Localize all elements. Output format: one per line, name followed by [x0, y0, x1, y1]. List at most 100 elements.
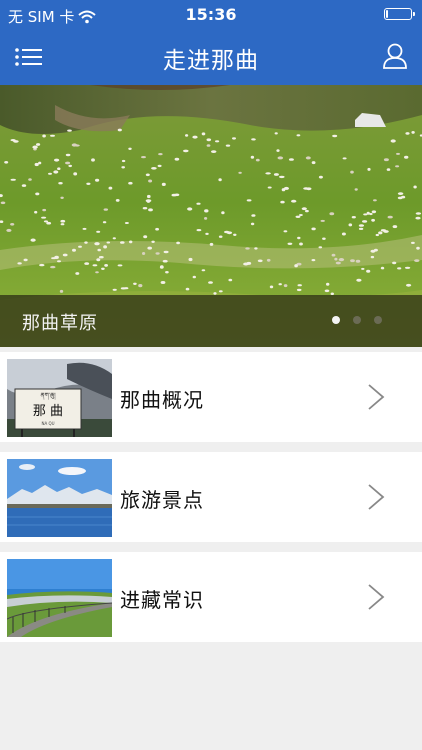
- user-button[interactable]: [382, 42, 408, 70]
- svg-text:那 曲: 那 曲: [33, 404, 63, 419]
- sheep: [303, 187, 309, 190]
- list-item-tibet-tips[interactable]: 进藏常识: [0, 552, 422, 642]
- sheep: [206, 138, 212, 142]
- sheep: [226, 231, 233, 235]
- sheep: [165, 271, 169, 274]
- sheep: [397, 192, 404, 195]
- list-item-attractions[interactable]: 旅游景点: [0, 452, 422, 542]
- sheep: [411, 131, 415, 134]
- sheep: [147, 246, 152, 250]
- sheep: [192, 135, 198, 139]
- sheep: [65, 161, 71, 165]
- sheep: [287, 242, 293, 245]
- sheep: [296, 134, 301, 137]
- sheep: [10, 223, 15, 226]
- sheep: [187, 207, 193, 211]
- sheep: [148, 179, 153, 183]
- sheep: [299, 242, 303, 246]
- sheep: [358, 224, 364, 227]
- sheep: [104, 264, 108, 267]
- sheep: [218, 290, 223, 293]
- carousel-indicator[interactable]: [332, 316, 382, 324]
- sheep: [266, 258, 271, 262]
- battery-level: [386, 10, 388, 18]
- sheep: [13, 140, 19, 143]
- sheep: [112, 288, 117, 291]
- sheep: [370, 255, 375, 259]
- chevron-right-icon: [368, 484, 385, 510]
- sheep: [404, 155, 409, 159]
- sheep: [42, 208, 47, 212]
- sheep: [250, 222, 255, 226]
- sheep: [36, 143, 41, 146]
- sheep: [72, 248, 76, 252]
- sheep: [404, 266, 411, 269]
- sheep: [82, 227, 87, 230]
- sheep: [28, 178, 32, 181]
- user-icon: [383, 43, 407, 69]
- sheep: [174, 157, 180, 161]
- sheep: [338, 258, 345, 262]
- sheep: [204, 217, 208, 220]
- sheep: [278, 283, 282, 286]
- sheep: [62, 253, 68, 257]
- svg-text:NA QU: NA QU: [41, 421, 54, 426]
- sheep: [57, 167, 61, 170]
- sheep: [67, 129, 72, 132]
- sheep: [59, 289, 64, 293]
- sheep: [288, 158, 294, 161]
- sheep: [32, 145, 38, 149]
- sheep: [397, 267, 402, 270]
- sheep: [251, 138, 256, 141]
- sheep: [392, 261, 397, 265]
- chevron-right-icon: [368, 384, 385, 410]
- sheep: [183, 149, 189, 153]
- sheep: [142, 252, 146, 255]
- sheep: [228, 278, 233, 282]
- carousel-dot[interactable]: [374, 316, 382, 324]
- sheep: [148, 208, 153, 212]
- sheep: [185, 134, 189, 137]
- sheep: [75, 272, 80, 275]
- sheep: [245, 247, 250, 250]
- sheep: [141, 156, 146, 159]
- sheep: [250, 155, 255, 159]
- sheep: [41, 216, 47, 219]
- sheep: [387, 215, 393, 219]
- sheep: [6, 228, 12, 232]
- sheep: [294, 264, 298, 268]
- carousel-dot[interactable]: [353, 316, 361, 324]
- sheep: [142, 207, 148, 210]
- sheep: [370, 249, 376, 253]
- top-bar: 无 SIM 卡 15:36 走进那曲: [0, 0, 422, 85]
- sheep: [350, 170, 354, 174]
- app-screen: 无 SIM 卡 15:36 走进那曲 那曲草原 ནག་ཆུ། 那 曲 NA QU…: [0, 0, 422, 750]
- thumbnail-sign: ནག་ཆུ། 那 曲 NA QU: [7, 359, 112, 437]
- sheep: [332, 134, 338, 138]
- sheep: [96, 258, 101, 262]
- sheep: [297, 284, 302, 287]
- sheep: [39, 263, 45, 267]
- sheep: [318, 246, 323, 249]
- sheep: [74, 144, 80, 147]
- svg-text:ནག་ཆུ།: ནག་ཆུ།: [40, 392, 56, 400]
- sheep: [115, 199, 120, 202]
- sheep: [96, 230, 101, 233]
- sheep: [305, 209, 309, 213]
- carousel-dot[interactable]: [332, 316, 340, 324]
- sheep: [361, 267, 365, 270]
- sheep: [65, 153, 71, 157]
- banner-carousel[interactable]: 那曲草原: [0, 85, 422, 347]
- sheep: [162, 259, 168, 263]
- sheep: [274, 132, 278, 135]
- sheep: [405, 132, 410, 135]
- list-item-overview[interactable]: ནག་ཆུ། 那 曲 NA QU 那曲概况: [0, 352, 422, 442]
- sheep: [108, 186, 113, 190]
- sheep: [201, 132, 206, 136]
- sheep: [280, 200, 285, 204]
- sheep: [17, 262, 22, 265]
- sheep: [358, 227, 364, 230]
- sheep: [196, 202, 201, 205]
- sheep: [218, 235, 223, 238]
- sheep: [57, 260, 61, 263]
